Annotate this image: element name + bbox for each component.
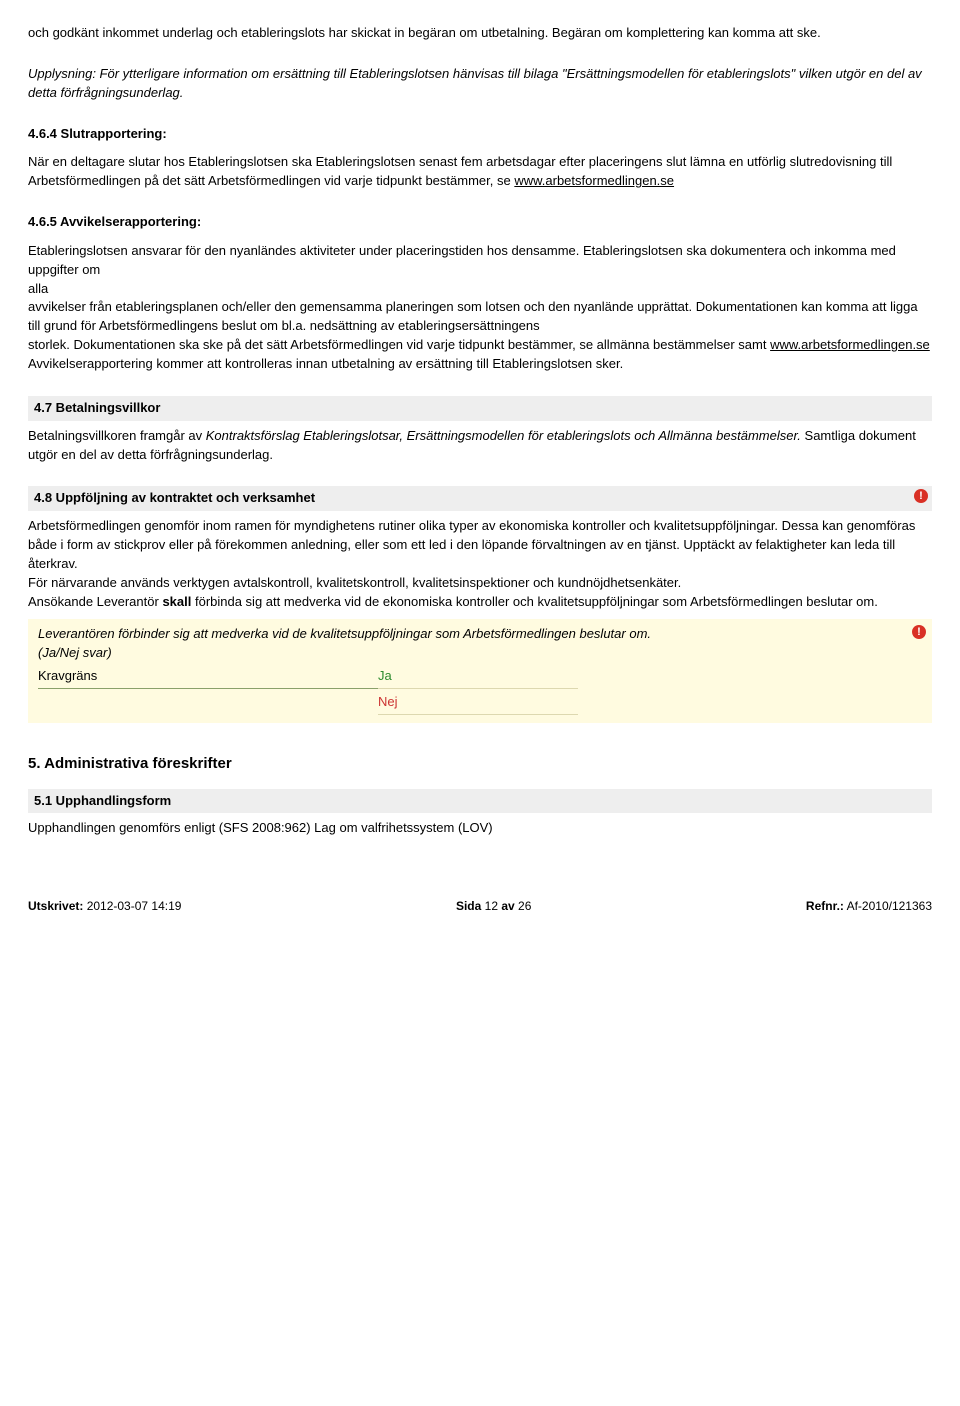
footer-left-label: Utskrivet: [28, 899, 83, 913]
paragraph-47: Betalningsvillkoren framgår av Kontrakts… [28, 427, 932, 465]
heading-5: 5. Administrativa föreskrifter [28, 753, 932, 775]
text: storlek. Dokumentationen ska ske på det … [28, 337, 770, 352]
footer-mid-label: Sida [456, 899, 485, 913]
text: 4.6.4 Slutrapportering: [28, 126, 167, 141]
footer-page: 12 [485, 899, 498, 913]
question-box-48: ! Leverantören förbinder sig att medverk… [28, 619, 932, 722]
text: Avvikelserapportering kommer att kontrol… [28, 356, 623, 371]
paragraph-48-2: För närvarande används verktygen avtalsk… [28, 574, 932, 593]
paragraph-465: Etableringslotsen ansvarar för den nyanl… [28, 242, 932, 374]
bar-title: 4.7 Betalningsvillkor [34, 400, 160, 415]
paragraph-464: När en deltagare slutar hos Etableringsl… [28, 153, 932, 191]
paragraph-51: Upphandlingen genomförs enligt (SFS 2008… [28, 819, 932, 838]
text: Arbetsförmedlingen genomför inom ramen f… [28, 518, 915, 571]
text: Upplysning: För ytterligare information … [28, 66, 922, 100]
footer-right-label: Refnr.: [806, 899, 844, 913]
text: alla [28, 281, 48, 296]
section-bar-48: 4.8 Uppföljning av kontraktet och verksa… [28, 486, 932, 511]
krav-value-nej[interactable]: Nej [378, 693, 578, 715]
footer-mid: Sida 12 av 26 [456, 898, 531, 915]
krav-row-nej: Nej [38, 693, 922, 715]
text: förbinda sig att medverka vid de ekonomi… [191, 594, 877, 609]
text: Upphandlingen genomförs enligt (SFS 2008… [28, 820, 493, 835]
heading-464: 4.6.4 Slutrapportering: [28, 125, 932, 144]
text: (Ja/Nej svar) [38, 645, 112, 660]
link-arbetsformedlingen[interactable]: www.arbetsformedlingen.se [514, 173, 674, 188]
alert-icon: ! [912, 625, 926, 639]
footer-left-value: 2012-03-07 14:19 [83, 899, 181, 913]
section-bar-51: 5.1 Upphandlingsform [28, 789, 932, 814]
krav-row-ja: Kravgräns Ja [38, 667, 922, 689]
footer-right: Refnr.: Af-2010/121363 [806, 898, 932, 915]
intro-paragraph-1: och godkänt inkommet underlag och etable… [28, 24, 932, 43]
intro-paragraph-2: Upplysning: För ytterligare information … [28, 65, 932, 103]
krav-label-empty [38, 693, 378, 715]
text: Betalningsvillkoren framgår av [28, 428, 206, 443]
bar-title: 5.1 Upphandlingsform [34, 793, 171, 808]
text: avvikelser från etableringsplanen och/el… [28, 299, 918, 333]
footer-total: 26 [518, 899, 531, 913]
footer-of: av [498, 899, 518, 913]
text: Leverantören förbinder sig att medverka … [38, 626, 651, 641]
heading-465: 4.6.5 Avvikelserapportering: [28, 213, 932, 232]
krav-label: Kravgräns [38, 667, 378, 689]
paragraph-48-1: Arbetsförmedlingen genomför inom ramen f… [28, 517, 932, 574]
text: Ansökande Leverantör [28, 594, 162, 609]
krav-value-ja[interactable]: Ja [378, 667, 578, 689]
alert-icon: ! [914, 489, 928, 503]
paragraph-48-3: Ansökande Leverantör skall förbinda sig … [28, 593, 932, 612]
question-text: Leverantören förbinder sig att medverka … [38, 625, 922, 644]
bar-title: 4.8 Uppföljning av kontraktet och verksa… [34, 490, 315, 505]
text: Etableringslotsen ansvarar för den nyanl… [28, 243, 896, 277]
text-italic: Kontraktsförslag Etableringslotsar, Ersä… [206, 428, 801, 443]
text-bold: skall [162, 594, 191, 609]
section-bar-47: 4.7 Betalningsvillkor [28, 396, 932, 421]
page-footer: Utskrivet: 2012-03-07 14:19 Sida 12 av 2… [28, 898, 932, 915]
footer-left: Utskrivet: 2012-03-07 14:19 [28, 898, 181, 915]
text: 5. Administrativa föreskrifter [28, 755, 232, 772]
question-type: (Ja/Nej svar) [38, 644, 922, 663]
text: När en deltagare slutar hos Etableringsl… [28, 154, 892, 188]
link-arbetsformedlingen[interactable]: www.arbetsformedlingen.se [770, 337, 930, 352]
text: För närvarande används verktygen avtalsk… [28, 575, 681, 590]
text: 4.6.5 Avvikelserapportering: [28, 214, 201, 229]
text: och godkänt inkommet underlag och etable… [28, 25, 821, 40]
footer-right-value: Af-2010/121363 [844, 899, 932, 913]
